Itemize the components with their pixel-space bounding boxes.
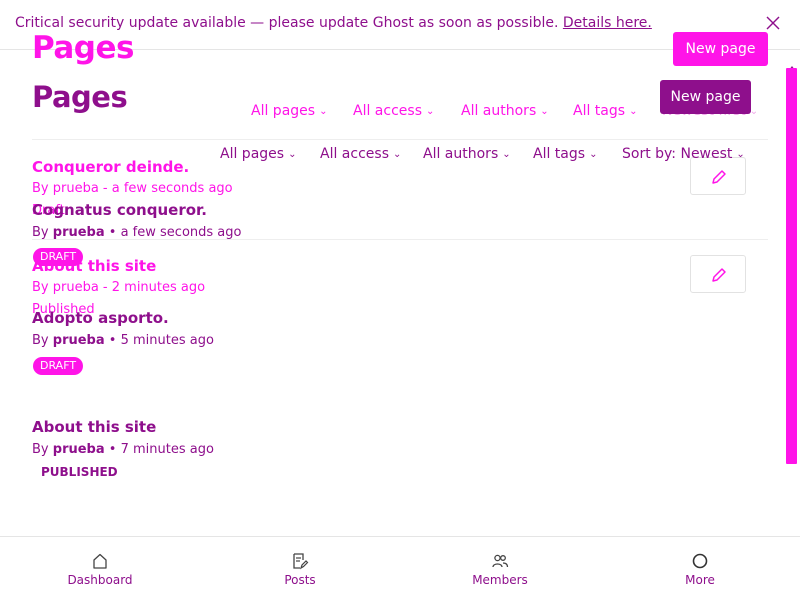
- nav-label: More: [685, 573, 715, 587]
- chevron-down-icon: ⌄: [502, 149, 511, 160]
- chevron-down-icon: ⌄: [288, 149, 297, 160]
- page-meta: By prueba • 5 minutes ago: [32, 333, 214, 348]
- filter-label: All tags: [573, 103, 626, 119]
- filter-label: All authors: [423, 146, 499, 162]
- new-page-button[interactable]: New page: [660, 80, 751, 114]
- status-badge: DRAFT: [33, 248, 84, 266]
- meta-time: • a few seconds ago: [108, 225, 242, 240]
- filter-all-tags[interactable]: All tags ⌄: [533, 146, 597, 162]
- filter-all-pages[interactable]: All pages ⌄: [220, 146, 296, 162]
- status-badge: DRAFT: [33, 357, 84, 375]
- filter-all-access-ghost[interactable]: All access ⌄: [353, 103, 434, 119]
- chevron-down-icon: ⌄: [392, 149, 402, 160]
- filter-sort[interactable]: Sort by: Newest ⌄: [622, 146, 745, 162]
- banner-details-link[interactable]: Details here.: [563, 15, 652, 31]
- filter-all-access[interactable]: All access ⌄: [320, 146, 401, 162]
- bottom-navigation: Dashboard Posts Members More: [0, 536, 800, 600]
- filter-all-authors-ghost[interactable]: All authors ⌄: [461, 103, 549, 119]
- scroll-down-arrow-icon[interactable]: [789, 528, 795, 542]
- ghost-page-meta-2: By prueba - 2 minutes ago: [32, 280, 206, 295]
- edit-page-button[interactable]: [690, 255, 746, 293]
- document-edit-icon: [293, 553, 309, 570]
- nav-label: Posts: [284, 573, 316, 587]
- people-icon: [492, 554, 509, 568]
- pencil-icon: [712, 170, 726, 184]
- nav-posts[interactable]: Posts: [200, 537, 400, 601]
- pencil-icon: [712, 268, 726, 282]
- chevron-down-icon: ⌄: [589, 149, 598, 160]
- nav-label: Members: [472, 573, 528, 587]
- edit-page-button[interactable]: [690, 157, 746, 195]
- chevron-down-icon: ⌄: [736, 149, 745, 160]
- ghost-page-title-1[interactable]: Conqueror deinde.: [32, 158, 189, 176]
- new-page-button-ghost[interactable]: New page: [673, 32, 768, 66]
- filter-label: All pages: [220, 146, 285, 162]
- divider: [32, 139, 768, 140]
- status-badge: PUBLISHED: [41, 465, 118, 479]
- banner-text: Critical security update available — ple…: [15, 15, 559, 31]
- nav-more[interactable]: More: [600, 537, 800, 601]
- close-icon[interactable]: [766, 15, 782, 31]
- meta-time: • 5 minutes ago: [108, 333, 214, 348]
- meta-by: By: [32, 225, 49, 240]
- page-title-ghost: Pages: [32, 30, 134, 66]
- page-meta: By prueba • a few seconds ago: [32, 225, 241, 240]
- chevron-down-icon: ⌄: [425, 106, 435, 117]
- ghost-page-meta-1: By prueba - a few seconds ago: [32, 181, 233, 196]
- chevron-down-icon: ⌄: [540, 106, 549, 117]
- meta-by: By: [32, 442, 49, 457]
- nav-dashboard[interactable]: Dashboard: [0, 537, 200, 601]
- page-title: Pages: [32, 80, 128, 114]
- house-icon: [93, 553, 107, 569]
- meta-author: prueba: [52, 333, 105, 348]
- nav-label: Dashboard: [67, 573, 133, 587]
- meta-time: • 7 minutes ago: [108, 442, 214, 457]
- filter-all-authors[interactable]: All authors ⌄: [423, 146, 511, 162]
- chevron-down-icon: ⌄: [749, 106, 759, 117]
- filter-all-tags-ghost[interactable]: All tags ⌄: [573, 103, 637, 119]
- filter-label: All pages: [251, 103, 316, 119]
- filter-all-pages-ghost[interactable]: All pages ⌄: [251, 103, 327, 119]
- chevron-down-icon: ⌄: [629, 106, 638, 117]
- banner-message: Critical security update available — ple…: [15, 15, 652, 31]
- meta-author: prueba: [52, 442, 105, 457]
- filter-label: All access: [353, 103, 422, 119]
- filter-label: All tags: [533, 146, 586, 162]
- chevron-down-icon: ⌄: [319, 106, 328, 117]
- filter-label: All authors: [461, 103, 537, 119]
- circle-icon: [692, 553, 708, 569]
- page-meta: By prueba • 7 minutes ago: [32, 442, 214, 457]
- meta-author: prueba: [52, 225, 105, 240]
- nav-members[interactable]: Members: [400, 537, 600, 601]
- scroll-up-arrow-icon[interactable]: [789, 56, 795, 70]
- page-title-link[interactable]: Adopto asporto.: [32, 309, 169, 327]
- filter-label: All access: [320, 146, 389, 162]
- meta-by: By: [32, 333, 49, 348]
- filter-label: Sort by: Newest: [622, 146, 733, 162]
- page-title-link[interactable]: Cognatus conqueror.: [32, 201, 207, 219]
- scrollbar-thumb[interactable]: [786, 68, 797, 464]
- page-title-link[interactable]: About this site: [32, 418, 156, 436]
